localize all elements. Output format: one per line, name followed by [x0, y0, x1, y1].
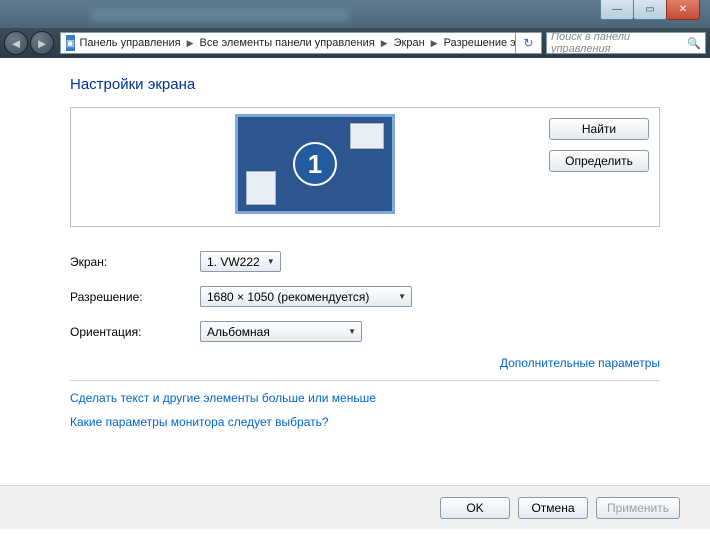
maximize-button[interactable]: ▭ [633, 0, 667, 20]
monitor-preview[interactable]: 1 [235, 114, 395, 214]
search-input[interactable]: Поиск в панели управления 🔍 [546, 32, 706, 54]
refresh-button[interactable]: ↻ [516, 32, 542, 54]
advanced-settings-link[interactable]: Дополнительные параметры [500, 356, 660, 370]
mini-window-icon [246, 171, 276, 205]
breadcrumb-item[interactable]: Экран [392, 37, 427, 49]
forward-button[interactable]: ► [30, 31, 54, 55]
breadcrumb-item[interactable]: Все элементы панели управления [198, 37, 377, 49]
back-button[interactable]: ◄ [4, 31, 28, 55]
preview-side-buttons: Найти Определить [549, 114, 649, 172]
mini-window-icon [350, 123, 384, 149]
breadcrumb-sep-icon: ▶ [377, 38, 392, 49]
nav-arrows: ◄ ► [4, 31, 54, 55]
screen-select[interactable]: 1. VW222 [200, 251, 281, 272]
resolution-select[interactable]: 1680 × 1050 (рекомендуется) [200, 286, 412, 307]
search-placeholder: Поиск в панели управления [551, 31, 687, 55]
apply-button[interactable]: Применить [596, 497, 680, 519]
page-title: Настройки экрана [70, 76, 660, 93]
breadcrumb[interactable]: ▣ Панель управления ▶ Все элементы панел… [60, 32, 516, 54]
orientation-label: Ориентация: [70, 325, 200, 339]
find-button[interactable]: Найти [549, 118, 649, 140]
orientation-select[interactable]: Альбомная [200, 321, 362, 342]
advanced-link-row: Дополнительные параметры [70, 356, 660, 370]
display-preview-frame: 1 Найти Определить [70, 107, 660, 227]
screen-label: Экран: [70, 255, 200, 269]
navigation-bar: ◄ ► ▣ Панель управления ▶ Все элементы п… [0, 28, 710, 58]
title-blur [90, 8, 350, 22]
breadcrumb-item[interactable]: Разрешение экрана [442, 37, 516, 49]
control-panel-icon: ▣ [66, 35, 75, 51]
breadcrumb-item[interactable]: Панель управления [78, 37, 183, 49]
settings-form: Экран: 1. VW222 Разрешение: 1680 × 1050 … [70, 251, 660, 342]
identify-button[interactable]: Определить [549, 150, 649, 172]
window-controls: — ▭ ✕ [601, 0, 700, 20]
ok-button[interactable]: OK [440, 497, 510, 519]
breadcrumb-sep-icon: ▶ [427, 38, 442, 49]
dialog-button-bar: OK Отмена Применить [0, 485, 710, 529]
monitor-number: 1 [293, 142, 337, 186]
resolution-label: Разрешение: [70, 290, 200, 304]
content-area: Настройки экрана 1 Найти Определить Экра… [0, 58, 710, 539]
search-icon[interactable]: 🔍 [687, 37, 701, 50]
which-monitor-link[interactable]: Какие параметры монитора следует выбрать… [70, 415, 329, 429]
close-button[interactable]: ✕ [666, 0, 700, 20]
breadcrumb-sep-icon: ▶ [183, 38, 198, 49]
cancel-button[interactable]: Отмена [518, 497, 588, 519]
help-links: Сделать текст и другие элементы больше и… [70, 391, 660, 429]
text-size-link[interactable]: Сделать текст и другие элементы больше и… [70, 391, 376, 405]
separator [70, 380, 660, 381]
minimize-button[interactable]: — [600, 0, 634, 20]
